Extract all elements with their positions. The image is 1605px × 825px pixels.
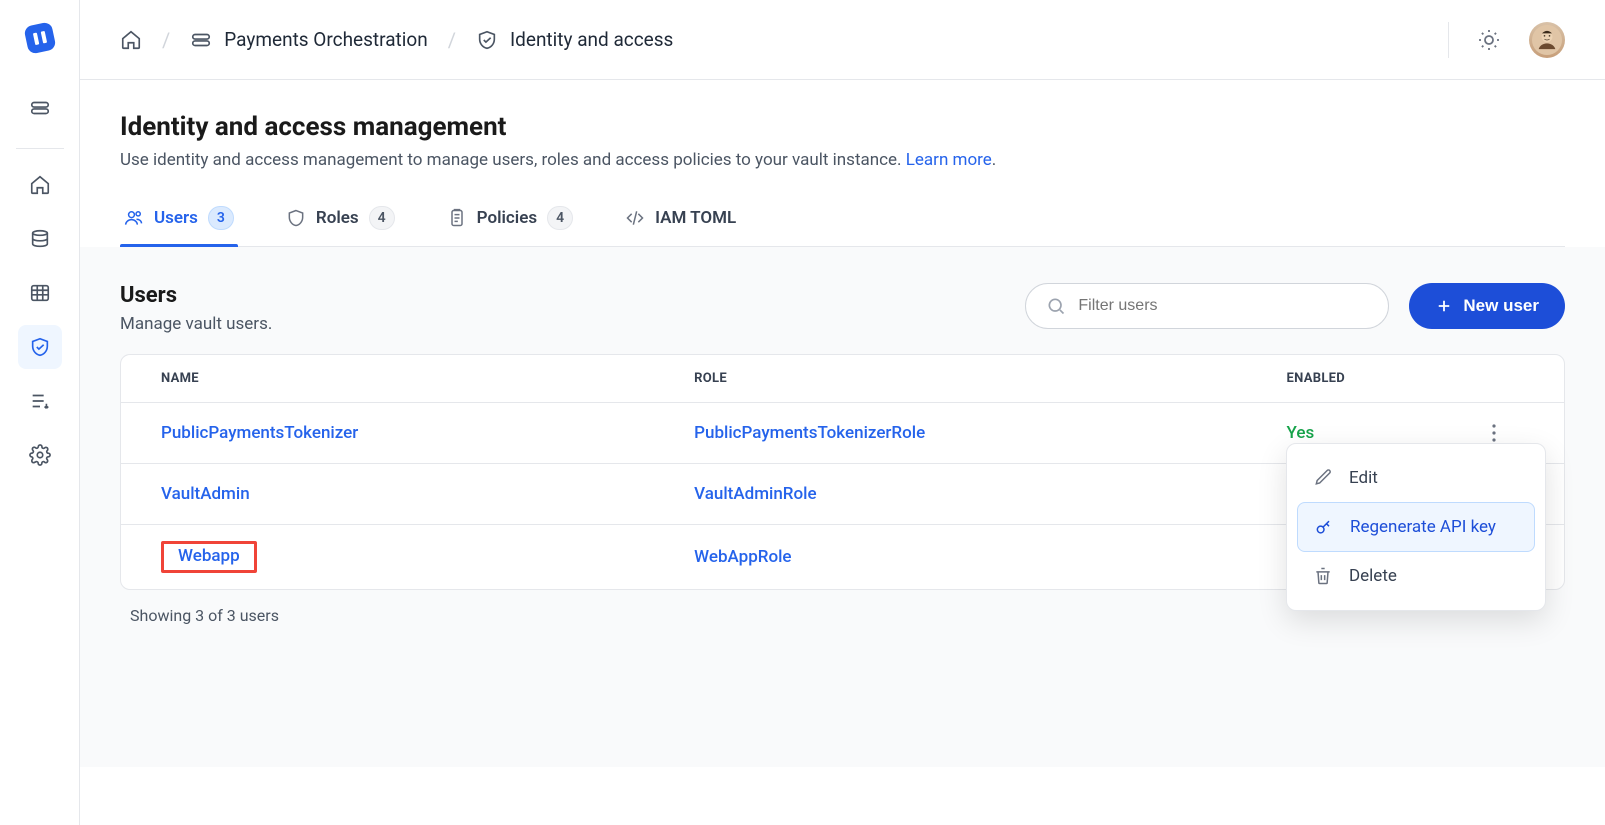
filter-users-input[interactable] — [1078, 297, 1368, 315]
breadcrumb: / Payments Orchestration / Identity and … — [120, 28, 673, 52]
shield-icon — [286, 208, 306, 228]
tab-iam-toml[interactable]: IAM TOML — [621, 198, 740, 246]
code-icon — [625, 208, 645, 228]
tab-count-badge: 3 — [208, 206, 234, 230]
tab-policies[interactable]: Policies 4 — [443, 198, 577, 246]
user-name-link[interactable]: Webapp — [178, 546, 240, 566]
page-subtitle: Use identity and access management to ma… — [120, 150, 1565, 170]
highlighted-user: Webapp — [161, 541, 257, 573]
sidebar — [0, 0, 80, 825]
tab-label: Users — [154, 208, 198, 228]
user-role-link[interactable]: PublicPaymentsTokenizerRole — [694, 423, 925, 443]
menu-item-label: Delete — [1349, 566, 1397, 586]
key-icon — [1314, 517, 1334, 537]
tab-label: IAM TOML — [655, 208, 736, 228]
button-label: New user — [1463, 296, 1539, 316]
column-header-name: NAME — [121, 355, 654, 403]
sidebar-divider — [16, 148, 64, 149]
user-avatar[interactable] — [1529, 22, 1565, 58]
menu-item-edit[interactable]: Edit — [1297, 454, 1535, 502]
menu-item-label: Edit — [1349, 468, 1378, 488]
user-role-link[interactable]: VaultAdminRole — [694, 484, 816, 504]
search-icon — [1046, 296, 1066, 316]
menu-item-regenerate[interactable]: Regenerate API key — [1297, 502, 1535, 552]
column-header-role: ROLE — [654, 355, 1246, 403]
dots-vertical-icon — [1492, 424, 1496, 442]
topbar-divider — [1448, 22, 1449, 58]
avatar-face-icon — [1532, 25, 1562, 55]
shield-check-icon — [476, 29, 498, 51]
tab-count-badge: 4 — [369, 206, 395, 230]
menu-item-label: Regenerate API key — [1350, 517, 1496, 537]
enabled-value: Yes — [1287, 423, 1315, 443]
trash-icon — [1313, 566, 1333, 586]
row-actions-menu: Edit Regenerate API key Delete — [1286, 443, 1546, 611]
pencil-icon — [1313, 468, 1333, 488]
tabs: Users 3 Roles 4 Policies 4 IAM TOML — [120, 198, 1565, 247]
sidebar-item-data[interactable] — [18, 217, 62, 261]
tab-label: Policies — [477, 208, 537, 228]
user-name-link[interactable]: VaultAdmin — [161, 484, 250, 504]
user-name-link[interactable]: PublicPaymentsTokenizer — [161, 423, 358, 443]
tab-users[interactable]: Users 3 — [120, 198, 238, 246]
column-header-enabled: ENABLED — [1247, 355, 1425, 403]
users-table: NAME ROLE ENABLED PublicPaymentsTokenize… — [120, 354, 1565, 590]
plus-icon — [1435, 297, 1453, 315]
user-role-link[interactable]: WebAppRole — [694, 547, 791, 567]
tab-count-badge: 4 — [547, 206, 573, 230]
breadcrumb-orchestration[interactable]: Payments Orchestration — [190, 28, 427, 51]
breadcrumb-home[interactable] — [120, 29, 142, 51]
app-logo[interactable] — [20, 18, 60, 58]
breadcrumb-label: Identity and access — [510, 28, 673, 51]
page-title: Identity and access management — [120, 112, 1565, 142]
sidebar-item-security[interactable] — [18, 325, 62, 369]
sun-icon — [1477, 28, 1501, 52]
theme-toggle[interactable] — [1477, 28, 1501, 52]
sidebar-item-home[interactable] — [18, 163, 62, 207]
breadcrumb-separator: / — [162, 28, 170, 52]
tab-roles[interactable]: Roles 4 — [282, 198, 399, 246]
section-title: Users — [120, 283, 272, 308]
topbar: / Payments Orchestration / Identity and … — [80, 0, 1605, 80]
home-icon — [120, 29, 142, 51]
breadcrumb-identity[interactable]: Identity and access — [476, 28, 673, 51]
sidebar-item-logs[interactable] — [18, 379, 62, 423]
server-icon — [190, 29, 212, 51]
breadcrumb-separator: / — [448, 28, 456, 52]
sidebar-item-tables[interactable] — [18, 271, 62, 315]
filter-users-input-wrapper[interactable] — [1025, 283, 1389, 329]
new-user-button[interactable]: New user — [1409, 283, 1565, 329]
sidebar-item-orchestration[interactable] — [18, 86, 62, 130]
sidebar-item-settings[interactable] — [18, 433, 62, 477]
breadcrumb-label: Payments Orchestration — [224, 28, 427, 51]
menu-item-delete[interactable]: Delete — [1297, 552, 1535, 600]
section-subtitle: Manage vault users. — [120, 314, 272, 334]
learn-more-link[interactable]: Learn more — [906, 150, 992, 170]
tab-label: Roles — [316, 208, 359, 228]
users-icon — [124, 208, 144, 228]
document-icon — [447, 208, 467, 228]
